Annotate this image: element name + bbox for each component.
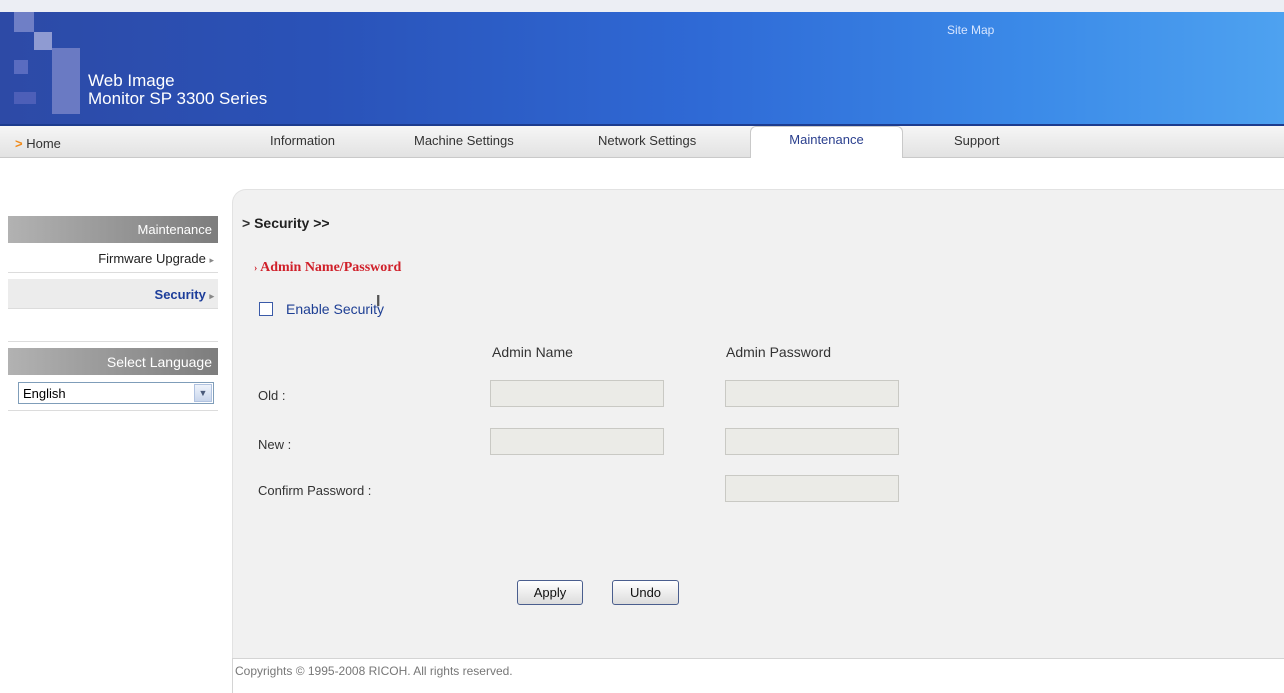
nav-home-label: Home — [26, 136, 61, 151]
language-select[interactable]: English ▼ — [18, 382, 214, 404]
sidebar-item-security[interactable]: Security ▸ — [8, 279, 218, 309]
undo-button[interactable]: Undo — [612, 580, 679, 605]
row-label-new: New : — [258, 437, 292, 452]
logo-square — [52, 48, 80, 114]
sidebar-section-maintenance: Maintenance — [8, 216, 218, 243]
old-admin-name-field[interactable] — [490, 380, 664, 407]
product-title: Web Image Monitor SP 3300 Series — [88, 72, 267, 108]
row-label-old: Old : — [258, 388, 286, 403]
copyright-text: Copyrights © 1995-2008 RICOH. All rights… — [235, 664, 513, 678]
apply-button[interactable]: Apply — [517, 580, 583, 605]
enable-security-label[interactable]: Enable Security — [286, 301, 384, 317]
section-heading: › Admin Name/Password — [254, 260, 401, 276]
chevron-right-icon: ▸ — [209, 291, 214, 301]
logo-square — [14, 60, 28, 74]
tab-information[interactable]: Information — [270, 133, 335, 148]
old-admin-password-field[interactable] — [725, 380, 899, 407]
new-admin-name-field[interactable] — [490, 428, 664, 455]
chevron-down-icon[interactable]: ▼ — [194, 384, 212, 402]
tab-network-settings[interactable]: Network Settings — [598, 133, 696, 148]
header-top-strip — [0, 0, 1284, 12]
chevron-right-icon: ▸ — [209, 255, 214, 265]
product-title-line1: Web Image — [88, 71, 175, 90]
header-banner: Web Image Monitor SP 3300 Series Site Ma… — [0, 0, 1284, 124]
tab-support[interactable]: Support — [954, 133, 1000, 148]
column-header-admin-name: Admin Name — [492, 344, 573, 360]
sidebar-item-label: Firmware Upgrade — [98, 251, 206, 266]
new-admin-password-field[interactable] — [725, 428, 899, 455]
logo-square — [34, 32, 52, 50]
language-select-value: English — [23, 386, 66, 401]
sidebar-divider — [8, 318, 218, 342]
sidebar-item-firmware-upgrade[interactable]: Firmware Upgrade ▸ — [8, 243, 218, 273]
site-map-link[interactable]: Site Map — [947, 23, 994, 37]
sidebar-divider — [8, 410, 218, 411]
section-heading-label: Admin Name/Password — [260, 260, 402, 275]
sidebar-section-language: Select Language — [8, 348, 218, 375]
page-title-label: Security >> — [254, 215, 330, 231]
chevron-right-icon: › — [254, 263, 258, 274]
column-header-admin-password: Admin Password — [726, 344, 832, 360]
confirm-password-field[interactable] — [725, 475, 899, 502]
text-cursor-icon: I — [376, 293, 381, 310]
row-label-confirm-password: Confirm Password : — [258, 483, 372, 498]
sidebar-item-label: Security — [154, 287, 206, 302]
logo-square — [14, 12, 34, 32]
page-title: > Security >> — [242, 215, 330, 231]
tab-maintenance[interactable]: Maintenance — [750, 126, 903, 158]
chevron-right-icon: > — [15, 136, 23, 151]
main-nav: > Home Information Machine Settings Netw… — [0, 126, 1284, 158]
nav-home-link[interactable]: > Home — [15, 136, 61, 151]
tab-machine-settings[interactable]: Machine Settings — [414, 133, 514, 148]
product-title-line2: Monitor SP 3300 Series — [88, 89, 268, 108]
chevron-right-icon: > — [242, 215, 251, 231]
logo-square — [14, 92, 36, 104]
checkbox-box[interactable] — [259, 302, 273, 316]
